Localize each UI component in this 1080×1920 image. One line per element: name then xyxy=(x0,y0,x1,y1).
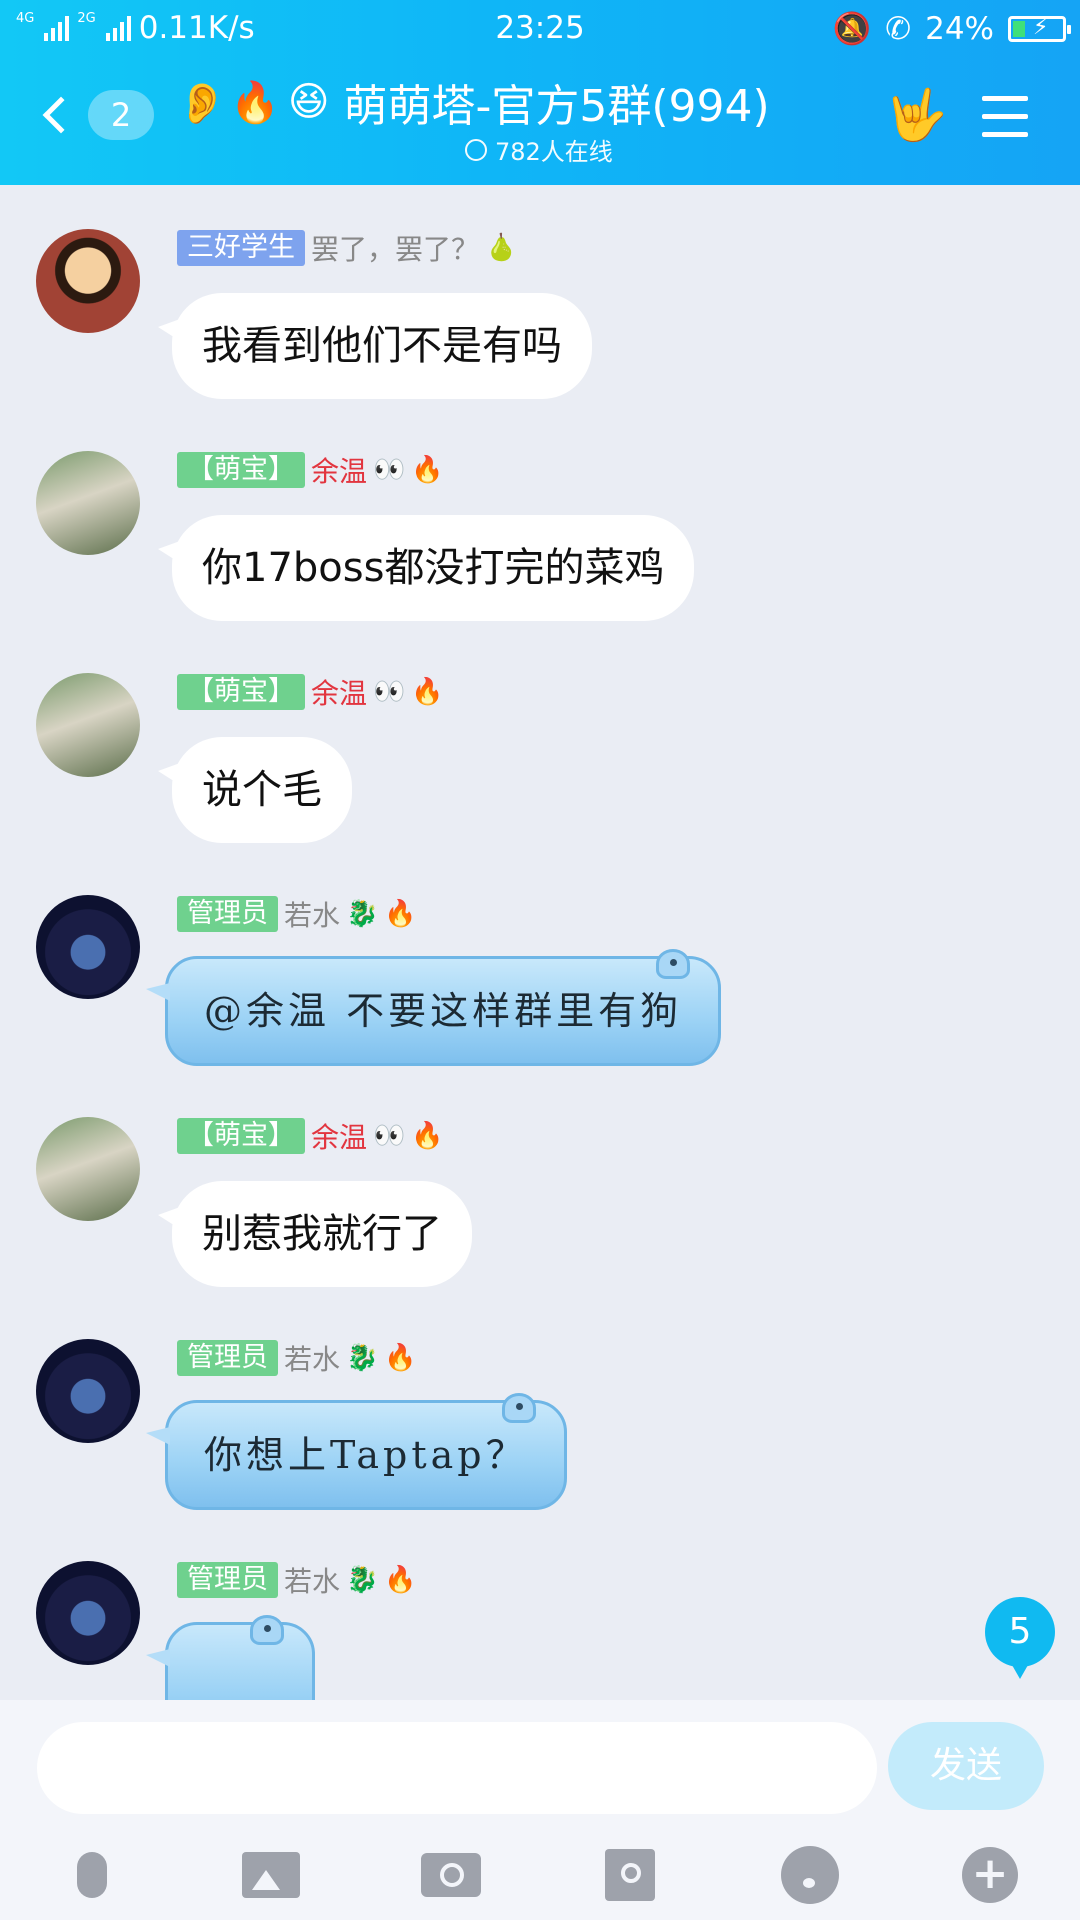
unread-chats-badge: 2 xyxy=(88,90,154,140)
chat-area[interactable]: 三好学生 罢了，罢了？ 🍐 我看到他们不是有吗 【萌宝】 余温 👀 🔥 你17b… xyxy=(0,185,1080,1700)
hand-gesture-icon[interactable]: 🤟 xyxy=(885,86,947,145)
message-bubble-themed[interactable]: 你想上Taptap？ xyxy=(146,1393,567,1510)
sender-name[interactable]: 余温 xyxy=(311,1116,367,1156)
member-title-badge: 【萌宝】 xyxy=(177,1118,305,1154)
mute-bell-icon: 🔕 xyxy=(832,11,872,47)
camera-icon[interactable] xyxy=(416,1840,486,1910)
member-title-badge: 【萌宝】 xyxy=(177,452,305,488)
message-bubble[interactable]: 说个毛 xyxy=(158,737,352,843)
sender-name[interactable]: 余温 xyxy=(311,450,367,490)
mic-icon[interactable] xyxy=(57,1840,127,1910)
dragon-icon: 🐉 xyxy=(346,1565,379,1595)
fire-icon: 🔥 xyxy=(384,1565,417,1595)
message-bubble-themed[interactable]: @余温 不要这样群里有狗 xyxy=(145,949,722,1066)
new-messages-badge[interactable]: 5 xyxy=(985,1597,1055,1679)
send-button[interactable]: 发送 xyxy=(888,1722,1044,1810)
bubble-decoration-icon xyxy=(501,1393,536,1423)
member-title-badge: 三好学生 xyxy=(177,230,305,266)
status-bar: 4G 2G 0.11K/s 23:25 🔕 ✆ 24% ⚡ xyxy=(0,0,1080,58)
back-button[interactable]: 2 xyxy=(38,90,154,140)
red-packet-icon[interactable] xyxy=(595,1840,665,1910)
gourd-icon: 🍐 xyxy=(485,233,518,263)
message-text: 你想上Taptap？ xyxy=(204,1433,528,1477)
laughing-face-icon: 😆 xyxy=(287,79,330,125)
eyes-icon: 👀 xyxy=(373,455,406,485)
avatar[interactable] xyxy=(36,1561,140,1665)
dragon-icon: 🐉 xyxy=(346,899,379,929)
avatar[interactable] xyxy=(36,1339,140,1443)
title-row: 🔥 😆 萌萌塔-官方5群(994) xyxy=(230,70,770,134)
message-bubble[interactable]: 别惹我就行了 xyxy=(158,1181,472,1287)
sender-row: 三好学生 罢了，罢了？ 🍐 xyxy=(177,229,517,267)
eyes-icon: 👀 xyxy=(373,677,406,707)
fire-icon: 🔥 xyxy=(230,79,280,126)
sender-row: 【萌宝】 余温 👀 🔥 xyxy=(177,1117,444,1155)
battery-percent: 24% xyxy=(925,10,994,47)
avatar[interactable] xyxy=(36,895,140,999)
sender-row: 【萌宝】 余温 👀 🔥 xyxy=(177,451,444,489)
sender-row: 管理员 若水 🐉 🔥 xyxy=(177,895,417,933)
fire-icon: 🔥 xyxy=(411,677,444,707)
top-bar: 4G 2G 0.11K/s 23:25 🔕 ✆ 24% ⚡ 2 👂 🔥 😆 萌萌… xyxy=(0,0,1080,185)
sender-name[interactable]: 若水 xyxy=(284,1560,340,1600)
sender-name[interactable]: 若水 xyxy=(284,894,340,934)
message-bubble[interactable]: 我看到他们不是有吗 xyxy=(158,293,592,399)
fire-icon: 🔥 xyxy=(411,1121,444,1151)
online-count-text: 782人在线 xyxy=(495,138,613,166)
message-bubble-themed[interactable] xyxy=(146,1615,315,1700)
input-toolbar: + xyxy=(0,1840,1080,1920)
admin-badge: 管理员 xyxy=(177,1340,278,1376)
fire-icon: 🔥 xyxy=(384,899,417,929)
message-input[interactable] xyxy=(37,1722,877,1814)
sender-row: 管理员 若水 🐉 🔥 xyxy=(177,1339,417,1377)
status-right: 🔕 ✆ 24% ⚡ xyxy=(832,10,1071,47)
sender-row: 【萌宝】 余温 👀 🔥 xyxy=(177,673,444,711)
avatar[interactable] xyxy=(36,673,140,777)
avatar[interactable] xyxy=(36,1117,140,1221)
sender-name[interactable]: 罢了，罢了？ xyxy=(311,228,479,268)
plus-icon[interactable]: + xyxy=(955,1840,1025,1910)
bubble-decoration-icon xyxy=(656,949,691,979)
chevron-left-icon xyxy=(42,96,80,134)
eyes-icon: 👀 xyxy=(373,1121,406,1151)
menu-icon[interactable] xyxy=(982,96,1028,150)
input-bar: 发送 + xyxy=(0,1700,1080,1920)
avatar[interactable] xyxy=(36,229,140,333)
admin-badge: 管理员 xyxy=(177,896,278,932)
member-title-badge: 【萌宝】 xyxy=(177,674,305,710)
admin-badge: 管理员 xyxy=(177,1562,278,1598)
emoji-icon[interactable] xyxy=(775,1840,845,1910)
group-title[interactable]: 萌萌塔-官方5群(994) xyxy=(344,70,770,134)
fire-icon: 🔥 xyxy=(384,1343,417,1373)
message-bubble[interactable]: 你17boss都没打完的菜鸡 xyxy=(157,515,695,621)
online-count: 782人在线 xyxy=(465,132,613,167)
message-text: @余温 不要这样群里有狗 xyxy=(204,989,683,1033)
hd-call-icon: ✆ xyxy=(885,10,912,47)
image-icon[interactable] xyxy=(236,1840,306,1910)
ear-icon[interactable]: 👂 xyxy=(177,80,227,127)
fire-icon: 🔥 xyxy=(411,455,444,485)
sender-name[interactable]: 若水 xyxy=(284,1338,340,1378)
avatar[interactable] xyxy=(36,451,140,555)
bubble-decoration-icon xyxy=(250,1615,284,1645)
battery-icon: ⚡ xyxy=(1008,15,1071,42)
online-check-icon xyxy=(465,138,487,161)
sender-row: 管理员 若水 🐉 🔥 xyxy=(177,1561,417,1599)
chat-header: 2 👂 🔥 😆 萌萌塔-官方5群(994) 782人在线 🤟 xyxy=(0,58,1080,185)
dragon-icon: 🐉 xyxy=(346,1343,379,1373)
sender-name[interactable]: 余温 xyxy=(311,672,367,712)
